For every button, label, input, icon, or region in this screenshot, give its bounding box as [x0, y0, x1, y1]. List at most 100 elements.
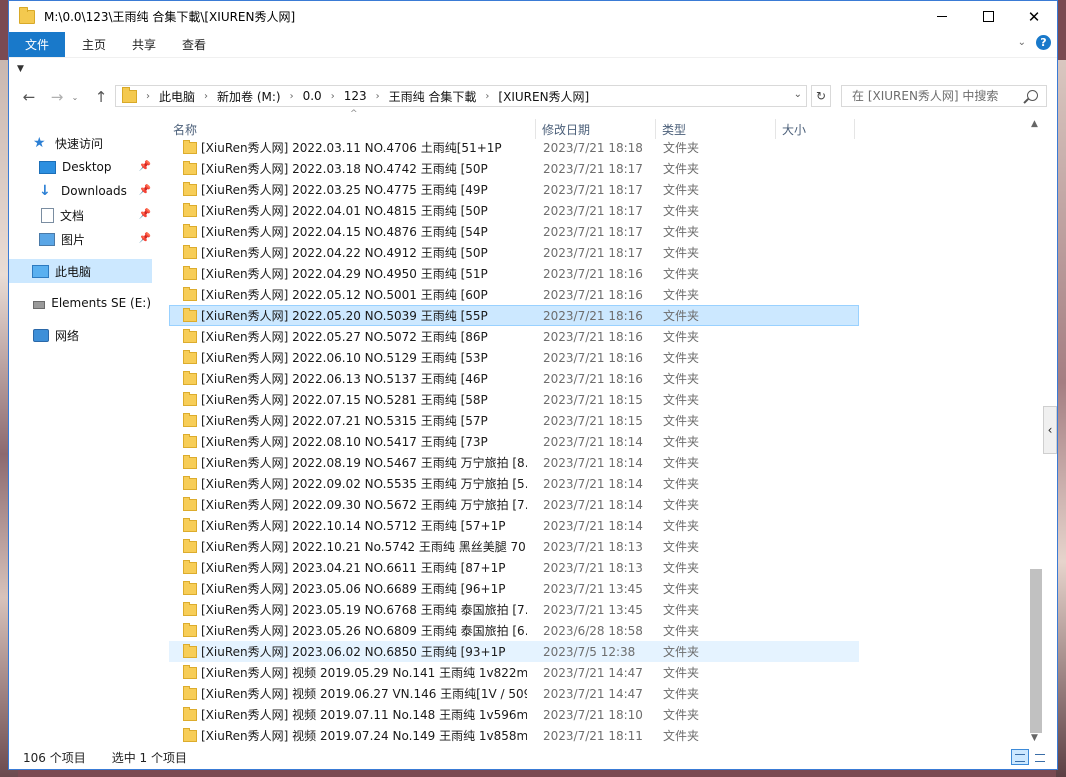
document-icon — [41, 207, 54, 223]
table-row[interactable]: [XiuRen秀人网] 2022.06.13 NO.5137 王雨纯 [46P 2… — [169, 368, 859, 389]
vertical-scrollbar[interactable]: ▲ ▼ — [1029, 119, 1043, 743]
file-type: 文件夹 — [663, 393, 700, 407]
table-row[interactable]: [XiuRen秀人网] 2022.05.20 NO.5039 王雨纯 [55P 2… — [169, 305, 859, 326]
table-row[interactable]: [XiuRen秀人网] 2022.07.15 NO.5281 王雨纯 [58P 2… — [169, 389, 859, 410]
file-type: 文件夹 — [663, 729, 700, 743]
breadcrumb-separator-icon[interactable]: › — [331, 91, 335, 102]
sidebar-item-elements-drive[interactable]: Elements SE (E:) — [33, 291, 151, 315]
back-button[interactable]: ← — [17, 86, 41, 108]
breadcrumb-separator-icon[interactable]: › — [485, 91, 489, 102]
table-row[interactable]: [XiuRen秀人网] 2022.04.22 NO.4912 王雨纯 [50P 2… — [169, 242, 859, 263]
column-header-size[interactable]: 大小 — [775, 119, 855, 139]
table-row[interactable]: [XiuRen秀人网] 2022.04.01 NO.4815 王雨纯 [50P 2… — [169, 200, 859, 221]
address-history-chevron-icon[interactable]: ⌄ — [794, 89, 802, 100]
table-row[interactable]: [XiuRen秀人网] 2022.03.18 NO.4742 王雨纯 [50P 2… — [169, 158, 859, 179]
table-row[interactable]: [XiuRen秀人网] 2022.07.21 NO.5315 王雨纯 [57P 2… — [169, 410, 859, 431]
file-date: 2023/7/21 18:16 — [543, 266, 643, 281]
sidebar-item-quick-access[interactable]: ★ 快速访问 — [33, 131, 151, 155]
breadcrumb-drive[interactable]: 新加卷 (M:) — [217, 88, 281, 105]
search-input[interactable] — [850, 88, 1032, 104]
close-button[interactable]: ✕ — [1011, 1, 1057, 32]
breadcrumb-separator-icon[interactable]: › — [376, 91, 380, 102]
table-row[interactable]: [XiuRen秀人网] 2023.05.26 NO.6809 王雨纯 泰国旅拍 … — [169, 620, 859, 641]
file-type: 文件夹 — [663, 267, 700, 281]
breadcrumb-current-folder[interactable]: [XIUREN秀人网] — [498, 88, 589, 105]
file-date: 2023/7/21 18:10 — [543, 707, 643, 722]
file-date: 2023/7/21 18:17 — [543, 182, 643, 197]
table-row[interactable]: [XiuRen秀人网] 2023.04.21 NO.6611 王雨纯 [87+1… — [169, 557, 859, 578]
scroll-down-arrow-icon[interactable]: ▼ — [1031, 733, 1038, 743]
table-row[interactable]: [XiuRen秀人网] 2022.06.10 NO.5129 王雨纯 [53P 2… — [169, 347, 859, 368]
breadcrumb-this-pc[interactable]: 此电脑 — [159, 88, 195, 105]
breadcrumb-separator-icon[interactable]: › — [204, 91, 208, 102]
column-header-date[interactable]: 修改日期 — [535, 119, 652, 139]
sidebar-item-pictures[interactable]: 图片 📌 — [39, 227, 151, 251]
tab-home[interactable]: 主页 — [69, 32, 119, 57]
folder-icon — [183, 329, 197, 343]
column-header-type[interactable]: 类型 — [655, 119, 772, 139]
ribbon-tabs: 文件 主页 共享 查看 ⌄ ? — [9, 32, 1057, 57]
table-row[interactable]: [XiuRen秀人网] 2022.04.29 NO.4950 王雨纯 [51P 2… — [169, 263, 859, 284]
table-row[interactable]: [XiuRen秀人网] 2023.05.19 NO.6768 王雨纯 泰国旅拍 … — [169, 599, 859, 620]
folder-icon — [183, 539, 197, 553]
folder-icon — [183, 602, 197, 616]
breadcrumb-folder[interactable]: 0.0 — [303, 89, 322, 103]
table-row[interactable]: [XiuRen秀人网] 2022.05.27 NO.5072 王雨纯 [86P 2… — [169, 326, 859, 347]
sidebar-item-network[interactable]: 网络 — [33, 323, 151, 347]
table-row[interactable]: [XiuRen秀人网] 2022.10.21 No.5742 王雨纯 黑丝美腿 … — [169, 536, 859, 557]
table-row[interactable]: [XiuRen秀人网] 2022.09.30 NO.5672 王雨纯 万宁旅拍 … — [169, 494, 859, 515]
table-row[interactable]: [XiuRen秀人网] 2023.06.02 NO.6850 王雨纯 [93+1… — [169, 641, 859, 662]
sidebar-item-this-pc[interactable]: 此电脑 — [9, 259, 152, 283]
help-icon[interactable]: ? — [1036, 35, 1051, 50]
table-row[interactable]: [XiuRen秀人网] 视频 2019.07.11 No.148 王雨纯 1v5… — [169, 704, 859, 725]
table-row[interactable]: [XiuRen秀人网] 2022.04.15 NO.4876 王雨纯 [54P 2… — [169, 221, 859, 242]
refresh-button[interactable]: ↻ — [811, 85, 831, 107]
table-row[interactable]: [XiuRen秀人网] 视频 2019.05.29 No.141 王雨纯 1v8… — [169, 662, 859, 683]
tab-file[interactable]: 文件 — [9, 32, 65, 57]
breadcrumb-separator-icon[interactable]: › — [146, 91, 150, 102]
breadcrumb-folder[interactable]: 王雨纯 合集下載 — [389, 88, 477, 105]
table-row[interactable]: [XiuRen秀人网] 2022.03.25 NO.4775 王雨纯 [49P 2… — [169, 179, 859, 200]
maximize-button[interactable] — [965, 1, 1011, 32]
tab-view[interactable]: 查看 — [169, 32, 219, 57]
column-header-name[interactable]: 名称 — [173, 119, 527, 139]
table-row[interactable]: [XiuRen秀人网] 2022.09.02 NO.5535 王雨纯 万宁旅拍 … — [169, 473, 859, 494]
up-button[interactable]: ↑ — [89, 86, 113, 108]
file-type: 文件夹 — [663, 519, 700, 533]
folder-icon — [183, 266, 197, 280]
table-row[interactable]: [XiuRen秀人网] 2022.10.14 NO.5712 王雨纯 [57+1… — [169, 515, 859, 536]
tab-share[interactable]: 共享 — [119, 32, 169, 57]
table-row[interactable]: [XiuRen秀人网] 2022.05.12 NO.5001 王雨纯 [60P 2… — [169, 284, 859, 305]
table-row[interactable]: [XiuRen秀人网] 2022.08.19 NO.5467 王雨纯 万宁旅拍 … — [169, 452, 859, 473]
recent-locations-chevron-icon[interactable]: ⌄ — [69, 86, 81, 108]
preview-pane-toggle-button[interactable]: ‹ — [1043, 406, 1057, 454]
breadcrumb-separator-icon[interactable]: › — [290, 91, 294, 102]
breadcrumb-folder[interactable]: 123 — [344, 89, 367, 103]
sidebar-item-downloads[interactable]: ↓ Downloads 📌 — [39, 179, 151, 203]
minimize-button[interactable] — [919, 1, 965, 32]
customize-toolbar-arrow-icon[interactable]: ▼ — [17, 64, 24, 74]
table-row[interactable]: [XiuRen秀人网] 2022.08.10 NO.5417 王雨纯 [73P 2… — [169, 431, 859, 452]
table-row[interactable]: [XiuRen秀人网] 2022.03.11 NO.4706 土雨纯[51+1P… — [169, 137, 859, 158]
scrollbar-thumb[interactable] — [1030, 569, 1042, 733]
search-box[interactable] — [841, 85, 1047, 107]
sidebar-item-documents[interactable]: 文档 📌 — [41, 203, 151, 227]
details-view-button[interactable] — [1011, 749, 1029, 765]
file-date: 2023/7/21 18:17 — [543, 245, 643, 260]
table-row[interactable]: [XiuRen秀人网] 视频 2019.06.27 VN.146 王雨纯[1V … — [169, 683, 859, 704]
file-date: 2023/7/21 18:14 — [543, 476, 643, 491]
sidebar-item-desktop[interactable]: Desktop 📌 — [39, 155, 151, 179]
large-icons-view-button[interactable] — [1031, 749, 1049, 765]
folder-icon — [183, 560, 197, 574]
star-icon: ★ — [33, 135, 46, 151]
table-row[interactable]: [XiuRen秀人网] 视频 2019.07.24 No.149 王雨纯 1v8… — [169, 725, 859, 746]
table-row[interactable]: [XiuRen秀人网] 2023.05.06 NO.6689 王雨纯 [96+1… — [169, 578, 859, 599]
folder-icon — [183, 224, 197, 238]
address-bar[interactable]: › 此电脑 › 新加卷 (M:) › 0.0 › 123 › 王雨纯 合集下載 … — [115, 85, 807, 107]
scroll-up-arrow-icon[interactable]: ▲ — [1031, 119, 1038, 129]
folder-icon — [183, 707, 197, 721]
file-type: 文件夹 — [663, 477, 700, 491]
forward-button[interactable]: → — [45, 86, 69, 108]
search-icon — [1027, 90, 1038, 101]
expand-ribbon-chevron-icon[interactable]: ⌄ — [1018, 37, 1026, 48]
